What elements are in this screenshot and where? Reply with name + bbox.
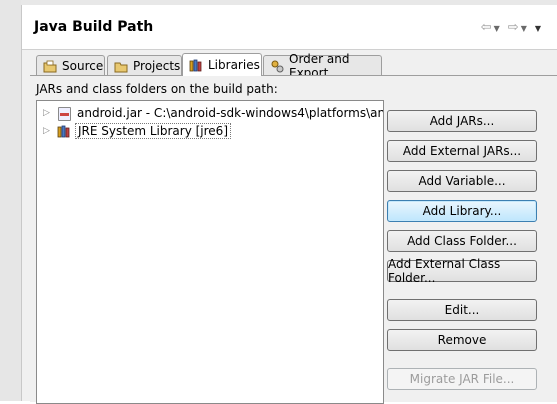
add-library-button[interactable]: Add Library... bbox=[387, 200, 537, 222]
add-external-class-folder-button[interactable]: Add External Class Folder... bbox=[387, 257, 537, 285]
history-nav: ⇦ ▼ ⇨ ▼ ▼ bbox=[481, 21, 547, 35]
jar-icon bbox=[57, 106, 71, 121]
remove-button[interactable]: Remove bbox=[387, 329, 537, 351]
back-arrow-icon[interactable]: ⇦ bbox=[481, 21, 492, 35]
forward-arrow-icon[interactable]: ⇨ bbox=[508, 21, 519, 35]
library-icon bbox=[57, 124, 71, 138]
add-variable-button[interactable]: Add Variable... bbox=[387, 170, 537, 192]
edit-button[interactable]: Edit... bbox=[387, 299, 537, 321]
projects-folder-icon bbox=[114, 59, 128, 73]
expand-arrow-icon[interactable]: ▷ bbox=[43, 108, 53, 118]
expand-arrow-icon[interactable]: ▷ bbox=[43, 126, 53, 136]
tab-source-label: Source bbox=[62, 58, 104, 73]
tab-order-export[interactable]: Order and Export bbox=[263, 52, 382, 80]
order-export-icon bbox=[270, 59, 284, 73]
parent-window-edge bbox=[0, 0, 22, 401]
page-title: Java Build Path bbox=[34, 19, 154, 35]
tab-projects[interactable]: Projects bbox=[107, 55, 182, 75]
build-path-tree[interactable]: ▷ android.jar - C:\android-sdk-windows4\… bbox=[36, 100, 384, 404]
page-header: Java Build Path ⇦ ▼ ⇨ ▼ ▼ bbox=[22, 5, 557, 50]
build-path-label: JARs and class folders on the build path… bbox=[36, 82, 278, 96]
libraries-tab-content: JARs and class folders on the build path… bbox=[30, 75, 557, 404]
libraries-icon bbox=[189, 58, 203, 72]
tree-item-label: JRE System Library [jre6] bbox=[75, 123, 231, 139]
add-class-folder-button[interactable]: Add Class Folder... bbox=[387, 230, 537, 252]
forward-menu-chevron-icon[interactable]: ▼ bbox=[521, 24, 527, 33]
migrate-jar-button[interactable]: Migrate JAR File... bbox=[387, 368, 537, 390]
tab-libraries-label: Libraries bbox=[208, 58, 260, 72]
source-folder-icon bbox=[43, 59, 57, 73]
tree-item-jre-library[interactable]: ▷ JRE System Library [jre6] bbox=[43, 122, 231, 140]
add-external-jars-button[interactable]: Add External JARs... bbox=[387, 140, 537, 162]
properties-page: Java Build Path ⇦ ▼ ⇨ ▼ ▼ Source Project… bbox=[22, 5, 557, 404]
view-menu-chevron-icon[interactable]: ▼ bbox=[535, 24, 541, 33]
back-menu-chevron-icon[interactable]: ▼ bbox=[494, 24, 500, 33]
add-jars-button[interactable]: Add JARs... bbox=[387, 110, 537, 132]
tab-source[interactable]: Source bbox=[36, 55, 105, 75]
tab-libraries[interactable]: Libraries bbox=[182, 53, 262, 76]
tree-item-android-jar[interactable]: ▷ android.jar - C:\android-sdk-windows4\… bbox=[43, 104, 384, 122]
tree-item-label: android.jar - C:\android-sdk-windows4\pl… bbox=[77, 106, 384, 120]
tab-projects-label: Projects bbox=[133, 58, 181, 73]
